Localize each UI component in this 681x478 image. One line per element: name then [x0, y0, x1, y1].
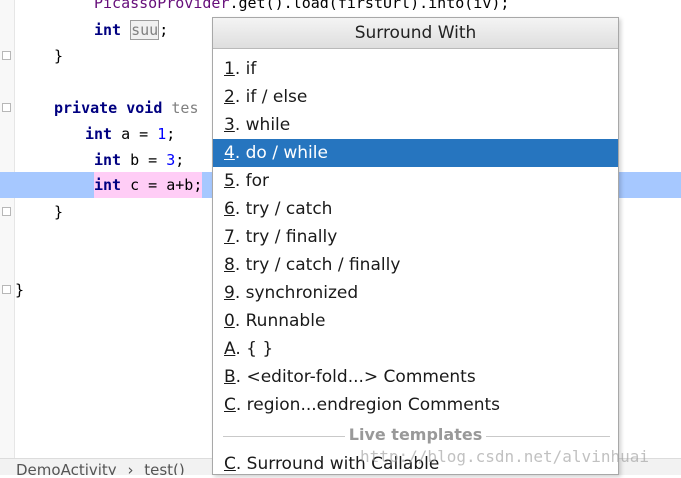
breadcrumb-method[interactable]: test() [144, 461, 185, 475]
popup-item[interactable]: 8. try / catch / finally [213, 251, 618, 279]
popup-item[interactable]: 5. for [213, 167, 618, 195]
item-label: . <editor-fold...> Comments [235, 367, 476, 387]
item-mnemonic: A [224, 339, 236, 359]
item-label: . for [234, 171, 270, 191]
code-brace: } [54, 203, 64, 221]
code-line[interactable]: } [54, 43, 63, 69]
breadcrumb-class[interactable]: DemoActivity [16, 461, 117, 475]
section-label-text: Live templates [344, 425, 487, 444]
popup-item[interactable]: 1. if [213, 55, 618, 83]
code-brace: } [15, 281, 25, 299]
code-line[interactable]: } [15, 277, 24, 303]
popup-item-list: 1. if 2. if / else 3. while 4. do / while 5.… [213, 55, 618, 419]
popup-item[interactable]: C. region...endregion Comments [213, 391, 618, 419]
item-mnemonic: 4 [224, 143, 235, 163]
item-mnemonic: B [224, 367, 236, 387]
code-token: .get().load(firstUrl).into(iv); [229, 0, 510, 12]
code-line[interactable]: int a = 1; [85, 121, 175, 147]
fold-marker-icon[interactable] [2, 51, 11, 60]
watermark: http://blog.csdn.net/alvinhuai [360, 447, 649, 466]
popup-item[interactable]: 2. if / else [213, 83, 618, 111]
code-line[interactable]: PicassoProvider.get().load(firstUrl).int… [94, 0, 509, 16]
item-label: . synchronized [234, 283, 359, 303]
code-token: ; [159, 21, 169, 39]
code-keyword: private void [54, 99, 163, 117]
popup-item[interactable]: 9. synchronized [213, 279, 618, 307]
code-keyword: int [94, 176, 122, 194]
fold-marker-icon[interactable] [2, 103, 11, 112]
code-number: 1 [157, 125, 167, 143]
code-token: ; [166, 125, 176, 143]
item-mnemonic: C [224, 395, 236, 415]
code-keyword: int [85, 125, 113, 143]
variable-name-box[interactable]: suu [130, 20, 160, 40]
item-mnemonic: 1 [224, 59, 235, 79]
code-token: b = [121, 151, 167, 169]
fold-marker-icon[interactable] [2, 207, 11, 216]
item-mnemonic: 5 [224, 171, 235, 191]
breadcrumb-separator-icon: › [127, 461, 134, 475]
popup-item[interactable]: 3. while [213, 111, 618, 139]
popup-item[interactable]: 0. Runnable [213, 307, 618, 335]
popup-item[interactable]: B. <editor-fold...> Comments [213, 363, 618, 391]
method-name: tes [171, 99, 199, 117]
item-mnemonic: 6 [224, 199, 235, 219]
surround-with-popup: Surround With 1. if 2. if / else 3. while 4… [212, 17, 619, 475]
code-line[interactable]: } [54, 199, 63, 225]
item-label: . region...endregion Comments [235, 395, 500, 415]
live-templates-header: Live templates [213, 425, 618, 444]
popup-item[interactable]: 4. do / while [213, 139, 618, 167]
code-number: 3 [166, 151, 176, 169]
item-mnemonic: 8 [224, 255, 235, 275]
item-mnemonic: 0 [224, 311, 235, 331]
code-line-selected[interactable]: int c = a+b; [94, 172, 203, 198]
fold-marker-icon[interactable] [2, 285, 11, 294]
code-token: ; [175, 151, 185, 169]
popup-title: Surround With [213, 18, 618, 49]
item-mnemonic: C [224, 454, 236, 474]
popup-item[interactable]: 6. try / catch [213, 195, 618, 223]
item-mnemonic: 7 [224, 227, 235, 247]
item-label: . if [234, 59, 257, 79]
item-label: . try / finally [234, 227, 338, 247]
code-token: a = [112, 125, 158, 143]
code-brace: } [54, 47, 64, 65]
code-token: c = a+b; [121, 176, 203, 194]
code-keyword: int [94, 151, 122, 169]
code-token: PicassoProvider [94, 0, 230, 12]
item-label: . { } [235, 339, 274, 359]
popup-item[interactable]: A. { } [213, 335, 618, 363]
item-label: . if / else [234, 87, 308, 107]
item-label: . while [234, 115, 291, 135]
item-label: . do / while [234, 143, 328, 163]
item-mnemonic: 9 [224, 283, 235, 303]
code-line[interactable]: private void tes [54, 95, 199, 121]
code-line[interactable]: int suu; [94, 17, 168, 43]
popup-item[interactable]: 7. try / finally [213, 223, 618, 251]
editor-gutter [0, 0, 15, 475]
item-mnemonic: 2 [224, 87, 235, 107]
item-label: . try / catch [234, 199, 333, 219]
code-line[interactable]: int b = 3; [94, 147, 184, 173]
item-label: . Runnable [234, 311, 326, 331]
item-mnemonic: 3 [224, 115, 235, 135]
code-keyword: int [94, 21, 122, 39]
item-label: . try / catch / finally [234, 255, 401, 275]
